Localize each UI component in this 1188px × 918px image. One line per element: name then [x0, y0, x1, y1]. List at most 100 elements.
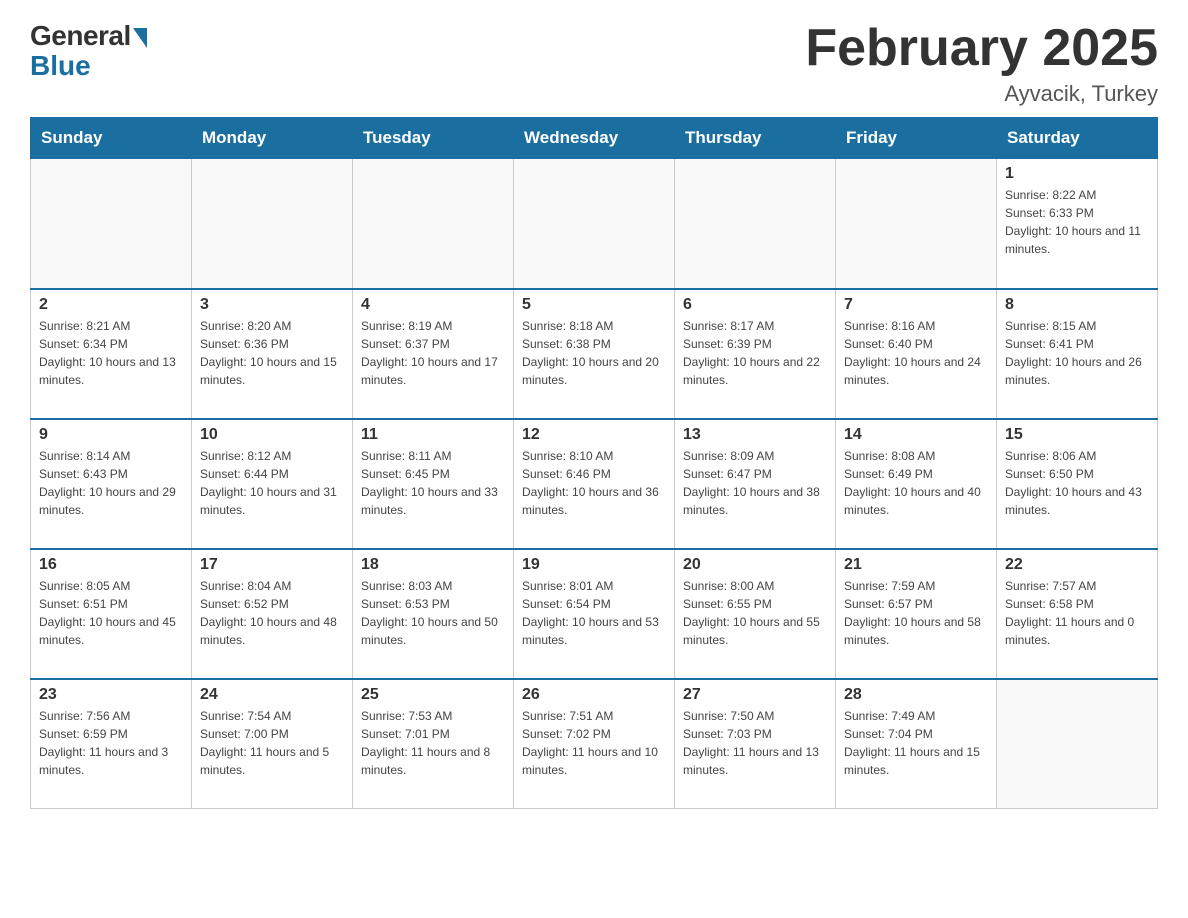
- day-number: 13: [683, 426, 827, 444]
- day-number: 7: [844, 296, 988, 314]
- day-number: 1: [1005, 165, 1149, 183]
- day-info: Sunrise: 7:51 AM Sunset: 7:02 PM Dayligh…: [522, 709, 658, 777]
- day-info: Sunrise: 8:01 AM Sunset: 6:54 PM Dayligh…: [522, 579, 659, 647]
- day-number: 22: [1005, 556, 1149, 574]
- calendar-day-header: Saturday: [997, 118, 1158, 159]
- day-number: 27: [683, 686, 827, 704]
- day-number: 5: [522, 296, 666, 314]
- calendar-cell: 25 Sunrise: 7:53 AM Sunset: 7:01 PM Dayli…: [353, 679, 514, 809]
- calendar-day-header: Thursday: [675, 118, 836, 159]
- day-info: Sunrise: 8:16 AM Sunset: 6:40 PM Dayligh…: [844, 319, 981, 387]
- day-info: Sunrise: 7:59 AM Sunset: 6:57 PM Dayligh…: [844, 579, 981, 647]
- day-info: Sunrise: 8:12 AM Sunset: 6:44 PM Dayligh…: [200, 449, 337, 517]
- day-number: 6: [683, 296, 827, 314]
- calendar-cell: 24 Sunrise: 7:54 AM Sunset: 7:00 PM Dayli…: [192, 679, 353, 809]
- day-number: 28: [844, 686, 988, 704]
- calendar-cell: [675, 159, 836, 289]
- day-info: Sunrise: 8:20 AM Sunset: 6:36 PM Dayligh…: [200, 319, 337, 387]
- day-number: 3: [200, 296, 344, 314]
- day-info: Sunrise: 8:05 AM Sunset: 6:51 PM Dayligh…: [39, 579, 176, 647]
- calendar-cell: 14 Sunrise: 8:08 AM Sunset: 6:49 PM Dayli…: [836, 419, 997, 549]
- calendar-cell: 12Sunrise: 8:10 AM Sunset: 6:46 PM Dayli…: [514, 419, 675, 549]
- calendar-week-row: 9 Sunrise: 8:14 AM Sunset: 6:43 PM Daylig…: [31, 419, 1158, 549]
- logo: General Blue: [30, 20, 147, 82]
- page-header: General Blue February 2025 Ayvacik, Turk…: [30, 20, 1158, 107]
- calendar-cell: 3 Sunrise: 8:20 AM Sunset: 6:36 PM Daylig…: [192, 289, 353, 419]
- day-info: Sunrise: 7:57 AM Sunset: 6:58 PM Dayligh…: [1005, 579, 1134, 647]
- day-number: 19: [522, 556, 666, 574]
- day-info: Sunrise: 7:54 AM Sunset: 7:00 PM Dayligh…: [200, 709, 329, 777]
- day-info: Sunrise: 7:50 AM Sunset: 7:03 PM Dayligh…: [683, 709, 819, 777]
- calendar-cell: 13 Sunrise: 8:09 AM Sunset: 6:47 PM Dayli…: [675, 419, 836, 549]
- calendar-cell: 11 Sunrise: 8:11 AM Sunset: 6:45 PM Dayli…: [353, 419, 514, 549]
- calendar-day-header: Tuesday: [353, 118, 514, 159]
- day-number: 17: [200, 556, 344, 574]
- day-number: 20: [683, 556, 827, 574]
- day-info: Sunrise: 8:11 AM Sunset: 6:45 PM Dayligh…: [361, 449, 498, 517]
- calendar-day-header: Sunday: [31, 118, 192, 159]
- calendar-cell: [192, 159, 353, 289]
- day-number: 16: [39, 556, 183, 574]
- day-info: Sunrise: 8:08 AM Sunset: 6:49 PM Dayligh…: [844, 449, 981, 517]
- logo-arrow-icon: [133, 28, 147, 48]
- day-info: Sunrise: 8:21 AM Sunset: 6:34 PM Dayligh…: [39, 319, 176, 387]
- calendar-cell: 23 Sunrise: 7:56 AM Sunset: 6:59 PM Dayli…: [31, 679, 192, 809]
- calendar-week-row: 2 Sunrise: 8:21 AM Sunset: 6:34 PM Daylig…: [31, 289, 1158, 419]
- day-number: 26: [522, 686, 666, 704]
- calendar-cell: 26 Sunrise: 7:51 AM Sunset: 7:02 PM Dayli…: [514, 679, 675, 809]
- calendar-cell: 22 Sunrise: 7:57 AM Sunset: 6:58 PM Dayli…: [997, 549, 1158, 679]
- day-info: Sunrise: 8:22 AM Sunset: 6:33 PM Dayligh…: [1005, 188, 1141, 256]
- calendar-cell: 18 Sunrise: 8:03 AM Sunset: 6:53 PM Dayli…: [353, 549, 514, 679]
- day-info: Sunrise: 7:53 AM Sunset: 7:01 PM Dayligh…: [361, 709, 490, 777]
- calendar-cell: [997, 679, 1158, 809]
- calendar-cell: 6 Sunrise: 8:17 AM Sunset: 6:39 PM Daylig…: [675, 289, 836, 419]
- calendar-cell: 27 Sunrise: 7:50 AM Sunset: 7:03 PM Dayli…: [675, 679, 836, 809]
- calendar-day-header: Wednesday: [514, 118, 675, 159]
- day-number: 4: [361, 296, 505, 314]
- calendar-day-header: Monday: [192, 118, 353, 159]
- calendar-week-row: 16 Sunrise: 8:05 AM Sunset: 6:51 PM Dayli…: [31, 549, 1158, 679]
- day-info: Sunrise: 8:06 AM Sunset: 6:50 PM Dayligh…: [1005, 449, 1142, 517]
- calendar-table: SundayMondayTuesdayWednesdayThursdayFrid…: [30, 117, 1158, 809]
- day-info: Sunrise: 8:17 AM Sunset: 6:39 PM Dayligh…: [683, 319, 820, 387]
- day-number: 24: [200, 686, 344, 704]
- day-number: 11: [361, 426, 505, 444]
- day-number: 15: [1005, 426, 1149, 444]
- day-number: 10: [200, 426, 344, 444]
- day-number: 2: [39, 296, 183, 314]
- day-number: 12: [522, 426, 666, 444]
- calendar-cell: 10 Sunrise: 8:12 AM Sunset: 6:44 PM Dayli…: [192, 419, 353, 549]
- calendar-cell: 9 Sunrise: 8:14 AM Sunset: 6:43 PM Daylig…: [31, 419, 192, 549]
- calendar-cell: 8Sunrise: 8:15 AM Sunset: 6:41 PM Daylig…: [997, 289, 1158, 419]
- calendar-cell: [31, 159, 192, 289]
- calendar-cell: 21 Sunrise: 7:59 AM Sunset: 6:57 PM Dayli…: [836, 549, 997, 679]
- day-info: Sunrise: 7:56 AM Sunset: 6:59 PM Dayligh…: [39, 709, 168, 777]
- calendar-cell: 4Sunrise: 8:19 AM Sunset: 6:37 PM Daylig…: [353, 289, 514, 419]
- calendar-cell: 17 Sunrise: 8:04 AM Sunset: 6:52 PM Dayli…: [192, 549, 353, 679]
- calendar-cell: [836, 159, 997, 289]
- day-number: 23: [39, 686, 183, 704]
- calendar-cell: 20 Sunrise: 8:00 AM Sunset: 6:55 PM Dayli…: [675, 549, 836, 679]
- day-number: 14: [844, 426, 988, 444]
- logo-general-text: General: [30, 20, 131, 52]
- day-info: Sunrise: 8:03 AM Sunset: 6:53 PM Dayligh…: [361, 579, 498, 647]
- calendar-cell: 15 Sunrise: 8:06 AM Sunset: 6:50 PM Dayli…: [997, 419, 1158, 549]
- day-info: Sunrise: 8:00 AM Sunset: 6:55 PM Dayligh…: [683, 579, 820, 647]
- calendar-cell: [353, 159, 514, 289]
- calendar-cell: 19 Sunrise: 8:01 AM Sunset: 6:54 PM Dayli…: [514, 549, 675, 679]
- day-number: 21: [844, 556, 988, 574]
- day-number: 25: [361, 686, 505, 704]
- calendar-cell: 16 Sunrise: 8:05 AM Sunset: 6:51 PM Dayli…: [31, 549, 192, 679]
- day-number: 9: [39, 426, 183, 444]
- calendar-week-row: 1 Sunrise: 8:22 AM Sunset: 6:33 PM Daylig…: [31, 159, 1158, 289]
- day-info: Sunrise: 8:14 AM Sunset: 6:43 PM Dayligh…: [39, 449, 176, 517]
- day-info: Sunrise: 7:49 AM Sunset: 7:04 PM Dayligh…: [844, 709, 980, 777]
- calendar-cell: 5Sunrise: 8:18 AM Sunset: 6:38 PM Daylig…: [514, 289, 675, 419]
- day-info: Sunrise: 8:09 AM Sunset: 6:47 PM Dayligh…: [683, 449, 820, 517]
- day-info: Sunrise: 8:15 AM Sunset: 6:41 PM Dayligh…: [1005, 319, 1142, 387]
- month-title: February 2025: [805, 20, 1158, 77]
- day-info: Sunrise: 8:04 AM Sunset: 6:52 PM Dayligh…: [200, 579, 337, 647]
- day-number: 18: [361, 556, 505, 574]
- logo-blue-text: Blue: [30, 50, 91, 82]
- calendar-cell: 2 Sunrise: 8:21 AM Sunset: 6:34 PM Daylig…: [31, 289, 192, 419]
